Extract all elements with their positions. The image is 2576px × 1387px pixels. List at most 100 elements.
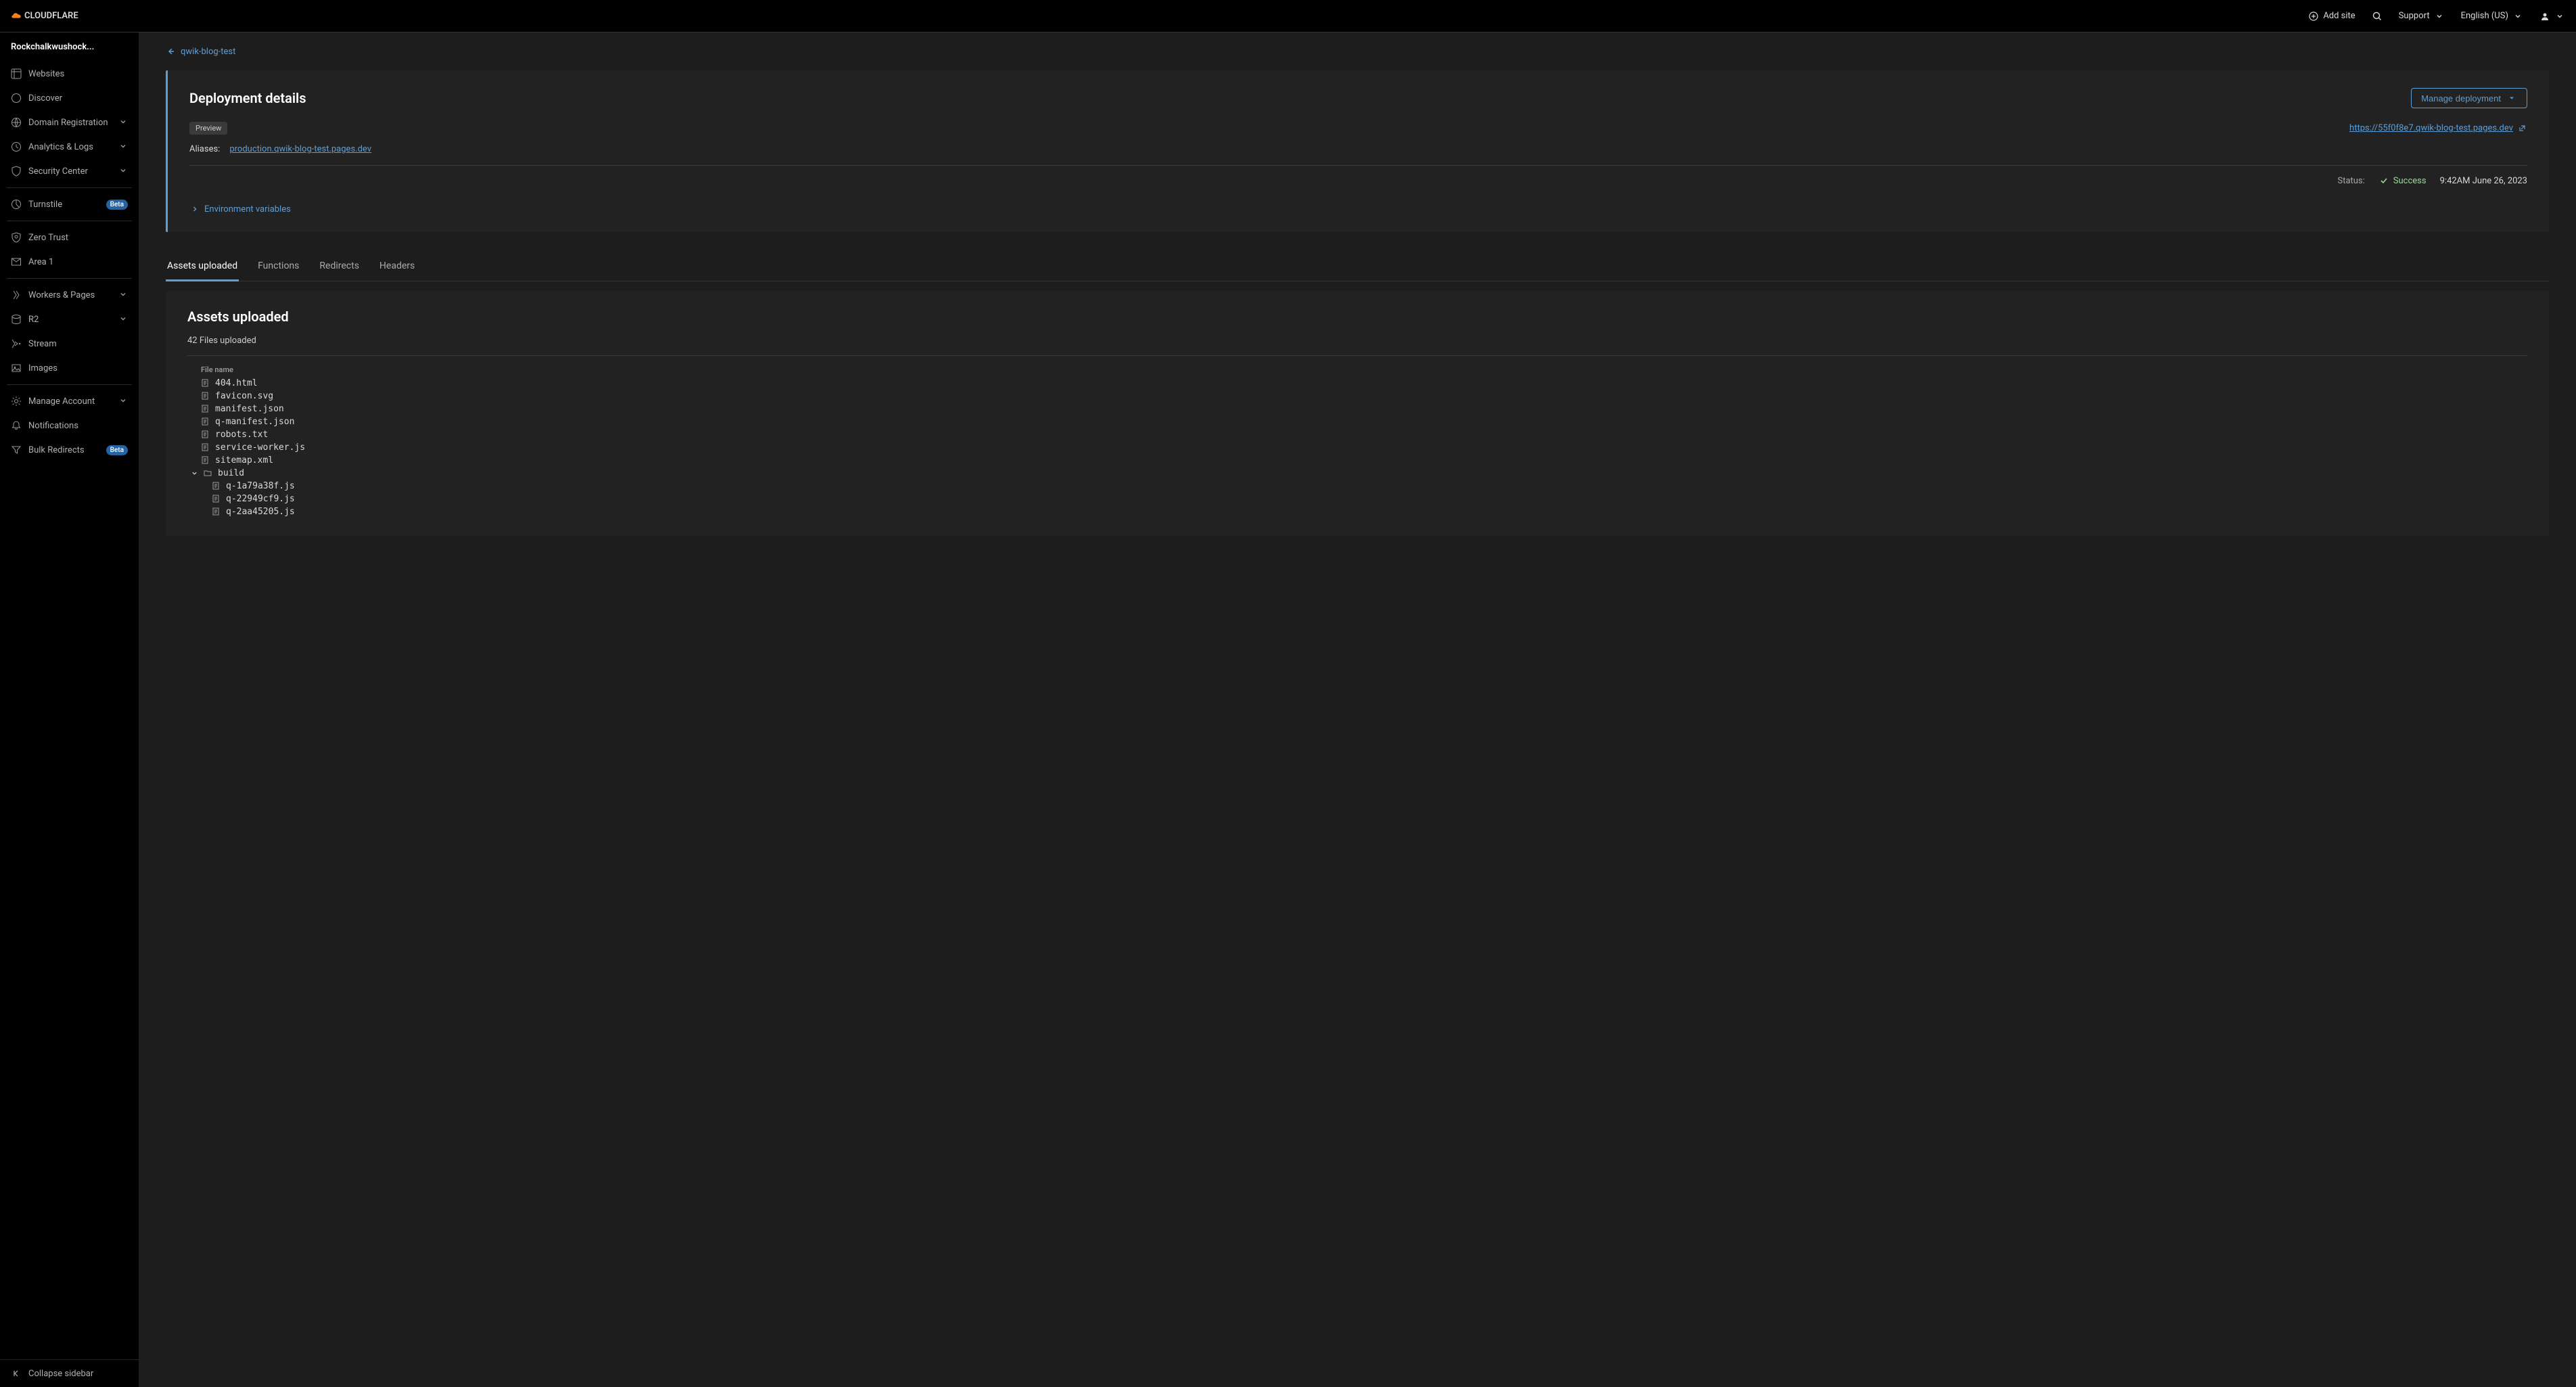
file-icon [201,443,210,452]
deployment-details-card: Deployment details Manage deployment Pre… [166,70,2549,232]
status-value: Success [2378,175,2426,186]
file-row: q-22949cf9.js [187,493,2527,505]
sidebar-item-label: Bulk Redirects [28,445,99,455]
arrow-left-icon [166,46,177,57]
envelope-icon [11,256,22,267]
sidebar-item-stream[interactable]: Stream [0,332,139,356]
folder-name: build [218,468,244,478]
collapse-label: Collapse sidebar [28,1369,93,1379]
file-name: robots.txt [215,430,268,440]
file-name: service-worker.js [215,442,305,453]
sidebar-item-zero-trust[interactable]: Zero Trust [0,225,139,250]
sidebar-item-label: Discover [28,93,128,104]
language-label: English (US) [2461,11,2508,21]
breadcrumb-label: qwik-blog-test [181,47,235,57]
file-name: q-1a79a38f.js [226,481,295,491]
deployment-timestamp: 9:42AM June 26, 2023 [2440,176,2527,186]
sidebar-item-workers-pages[interactable]: Workers & Pages [0,283,139,307]
tab-assets-uploaded[interactable]: Assets uploaded [166,252,239,281]
file-icon [201,456,210,465]
env-vars-label: Environment variables [204,204,291,214]
file-name: sitemap.xml [215,455,273,465]
file-name: q-2aa45205.js [226,507,295,517]
chevron-down-icon [120,143,128,151]
zero-trust-icon [11,232,22,243]
file-row: sitemap.xml [187,454,2527,467]
collapse-sidebar-button[interactable]: Collapse sidebar [0,1359,139,1387]
alias-link[interactable]: production.qwik-blog-test.pages.dev [229,144,371,154]
file-row: favicon.svg [187,390,2527,403]
sidebar-item-r2[interactable]: R2 [0,307,139,332]
add-site-button[interactable]: Add site [2308,11,2355,22]
logo[interactable]: CLOUDFLARE [11,11,78,22]
file-icon [201,405,210,413]
caret-down-icon [2506,93,2517,104]
file-icon [201,392,210,401]
sidebar-item-label: Websites [28,69,128,79]
file-icon [201,379,210,388]
sidebar-item-label: Area 1 [28,257,128,267]
file-row: manifest.json [187,403,2527,415]
collapse-icon [11,1368,22,1379]
sidebar-item-manage-account[interactable]: Manage Account [0,389,139,413]
sidebar-item-security-center[interactable]: Security Center [0,159,139,183]
file-name: q-22949cf9.js [226,494,295,504]
sidebar-item-label: R2 [28,315,113,325]
sidebar-item-websites[interactable]: Websites [0,62,139,86]
folder-row[interactable]: build [187,467,2527,480]
environment-variables-toggle[interactable]: Environment variables [189,204,2527,214]
chevron-down-icon [2434,11,2445,22]
sidebar-item-turnstile[interactable]: Turnstile Beta [0,192,139,217]
sidebar-item-analytics[interactable]: Analytics & Logs [0,135,139,159]
tab-headers[interactable]: Headers [378,252,416,281]
preview-url-link[interactable]: https://55f0f8e7.qwik-blog-test.pages.de… [2349,123,2527,134]
sidebar-item-label: Zero Trust [28,233,128,243]
file-row: 404.html [187,377,2527,390]
file-icon [201,417,210,426]
workers-icon [11,290,22,300]
tabs: Assets uploaded Functions Redirects Head… [166,252,2549,281]
file-table[interactable]: File name 404.html favicon.svg manifest.… [187,363,2527,518]
file-row: q-2aa45205.js [187,505,2527,518]
tab-redirects[interactable]: Redirects [318,252,361,281]
file-name: manifest.json [215,404,284,414]
preview-url-text: https://55f0f8e7.qwik-blog-test.pages.de… [2349,123,2513,133]
assets-count: 42 Files uploaded [187,336,2527,356]
caret-down-icon [191,470,198,477]
sidebar-item-discover[interactable]: Discover [0,86,139,110]
sidebar-item-bulk-redirects[interactable]: Bulk Redirects Beta [0,438,139,462]
sidebar-item-images[interactable]: Images [0,356,139,380]
file-name: favicon.svg [215,391,273,401]
file-row: robots.txt [187,428,2527,441]
sidebar-item-label: Workers & Pages [28,290,113,300]
support-label: Support [2399,11,2430,21]
folder-icon [204,469,212,478]
support-menu[interactable]: Support [2399,11,2445,22]
gear-icon [11,396,22,407]
manage-deployment-button[interactable]: Manage deployment [2411,88,2527,108]
divider [7,384,132,385]
breadcrumb-back[interactable]: qwik-blog-test [166,46,235,57]
chevron-down-icon [2554,11,2565,22]
search-button[interactable] [2372,11,2383,22]
globe-grid-icon [11,68,22,79]
turnstile-icon [11,199,22,210]
sidebar-item-notifications[interactable]: Notifications [0,413,139,438]
user-icon [2539,11,2550,22]
user-menu[interactable] [2539,11,2565,22]
assets-title: Assets uploaded [187,309,2527,325]
divider [7,187,132,188]
account-name[interactable]: Rockchalkwushock... [0,32,139,62]
sidebar-item-area1[interactable]: Area 1 [0,250,139,274]
chevron-down-icon [120,118,128,127]
sidebar-item-domain-registration[interactable]: Domain Registration [0,110,139,135]
file-name: q-manifest.json [215,417,294,427]
chevron-right-icon [189,204,200,214]
tab-functions[interactable]: Functions [256,252,300,281]
topbar: CLOUDFLARE Add site Support English (US) [0,0,2576,32]
globe-icon [11,117,22,128]
language-menu[interactable]: English (US) [2461,11,2523,22]
chevron-down-icon [120,167,128,175]
assets-card: Assets uploaded 42 Files uploaded File n… [166,291,2549,536]
images-icon [11,363,22,373]
